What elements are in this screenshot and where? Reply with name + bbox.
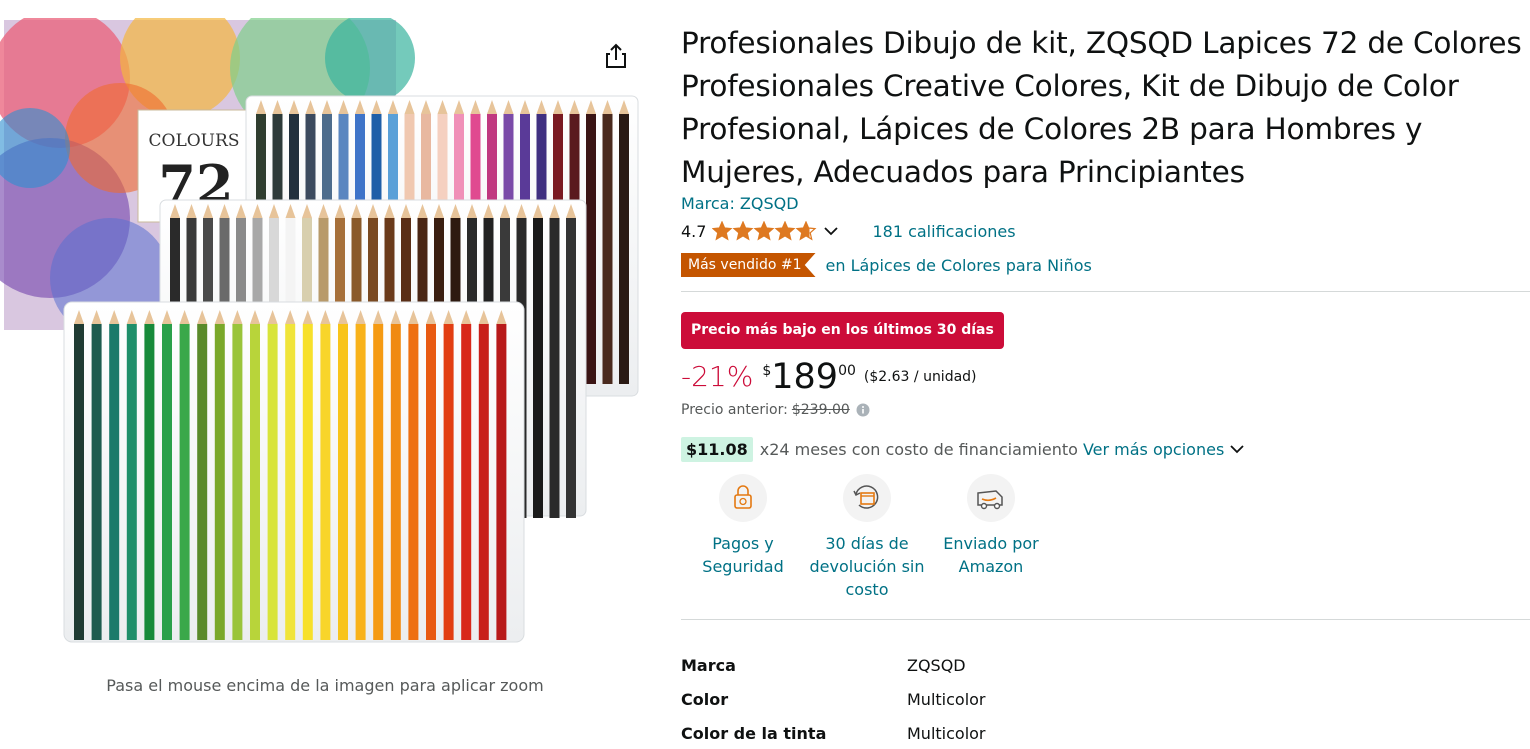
star-icon: [796, 221, 817, 241]
spec-row: Marca ZQSQD: [681, 648, 986, 682]
pencil: [549, 218, 560, 518]
financing-row: $11.08 x24 meses con costo de financiami…: [681, 434, 1244, 464]
pencil: [214, 324, 225, 640]
pencil: [390, 324, 401, 640]
rating-value: 4.7: [681, 221, 707, 241]
pencil: [443, 324, 454, 640]
previous-price: $239.00: [791, 402, 850, 418]
spec-table: Marca ZQSQD Color Multicolor Color de la…: [681, 648, 986, 749]
star-icon: [754, 221, 775, 241]
star-icon: [712, 221, 733, 241]
product-image[interactable]: COLOURS 72: [0, 18, 650, 668]
pencil: [338, 324, 348, 640]
deal-badge: Precio más bajo en los últimos 30 días: [681, 312, 1004, 349]
ratings-count-link[interactable]: 181 calificaciones: [872, 222, 1015, 241]
previous-price-label: Precio anterior:: [681, 402, 788, 418]
pencil: [566, 218, 576, 518]
spec-key: Marca: [681, 655, 736, 675]
star-icon: [775, 221, 796, 241]
unit-price: ($2.63 / unidad): [863, 369, 977, 385]
share-icon: [606, 43, 626, 68]
pencil: [285, 324, 296, 640]
pencil: [496, 324, 507, 640]
best-seller-row: Más vendido #1 en Lápices de Colores par…: [681, 253, 1092, 277]
current-price: $ 189 00: [762, 355, 856, 399]
pencil: [408, 324, 419, 640]
pencil: [586, 114, 596, 384]
star-rating[interactable]: [712, 221, 818, 241]
spec-key: Color de la tinta: [681, 723, 827, 743]
pencil: [250, 324, 260, 640]
pencil: [232, 324, 243, 640]
secure-payment-icon: [719, 474, 767, 522]
pencil: [533, 218, 543, 518]
feature-label: Pagos y Seguridad: [702, 534, 784, 576]
financing-text: x24 meses con costo de financiamiento: [759, 439, 1078, 459]
return-box-icon: [843, 474, 891, 522]
financing-options-link[interactable]: Ver más opciones: [1083, 440, 1224, 459]
pencil: [355, 324, 366, 640]
feature-shipped-by-amazon[interactable]: Enviado por Amazon: [929, 474, 1053, 601]
spec-key: Color: [681, 689, 729, 709]
spec-row: Color de la tinta Multicolor: [681, 716, 986, 749]
divider: [681, 291, 1530, 292]
feature-label: Enviado por Amazon: [943, 534, 1039, 576]
zoom-hint: Pasa el mouse encima de la imagen para a…: [106, 676, 544, 695]
pencil: [426, 324, 436, 640]
price-row: -21% $ 189 00 ($2.63 / unidad): [681, 355, 977, 399]
share-button[interactable]: [600, 40, 632, 72]
pencil: [126, 324, 137, 640]
pencil: [373, 324, 384, 640]
front-tray: [63, 301, 525, 643]
product-title: Profesionales Dibujo de kit, ZQSQD Lapic…: [681, 26, 1522, 189]
pencil: [267, 324, 278, 640]
chevron-down-icon[interactable]: [1230, 444, 1244, 454]
pencil: [74, 324, 84, 640]
feature-label: 30 días de devolución sin costo: [809, 534, 925, 599]
stars-icon: [712, 221, 817, 241]
pencil: [478, 324, 489, 640]
discount-percent: -21%: [681, 360, 754, 393]
divider: [681, 619, 1530, 620]
feature-secure-payment[interactable]: Pagos y Seguridad: [681, 474, 805, 601]
best-seller-badge[interactable]: Más vendido #1: [681, 253, 816, 277]
pencil: [109, 324, 120, 640]
pencil: [179, 324, 190, 640]
feature-badges: Pagos y Seguridad 30 días de devolución …: [681, 474, 1053, 601]
info-icon[interactable]: [856, 403, 870, 417]
previous-price-row: Precio anterior: $239.00: [681, 402, 870, 418]
box-label: COLOURS: [149, 131, 240, 151]
pencil: [91, 324, 102, 640]
price-currency: $: [762, 363, 772, 379]
pencil: [144, 324, 155, 640]
pencil: [619, 114, 629, 384]
price-fraction: 00: [838, 363, 856, 379]
feature-free-returns[interactable]: 30 días de devolución sin costo: [805, 474, 929, 601]
brand-link[interactable]: Marca: ZQSQD: [681, 194, 799, 213]
spec-row: Color Multicolor: [681, 682, 986, 716]
pencil: [320, 324, 331, 640]
price-whole: 189: [771, 357, 839, 397]
delivery-truck-icon: [967, 474, 1015, 522]
best-seller-category-link[interactable]: en Lápices de Colores para Niños: [826, 256, 1092, 275]
pencil: [602, 114, 613, 384]
product-gallery: COLOURS 72 Pasa el mouse encima de la im…: [0, 0, 660, 749]
pencil: [162, 324, 172, 640]
star-icon: [733, 221, 754, 241]
spec-value: ZQSQD: [907, 655, 966, 675]
pencil: [302, 324, 313, 640]
colored-pencils-image: COLOURS 72: [0, 18, 639, 643]
rating-row: 4.7 181 calificaciones: [681, 219, 1016, 243]
pencil: [197, 324, 208, 640]
chevron-down-icon[interactable]: [824, 226, 839, 236]
financing-amount: $11.08: [681, 436, 753, 462]
pencil: [461, 324, 472, 640]
spec-value: Multicolor: [907, 723, 986, 743]
spec-value: Multicolor: [907, 689, 986, 709]
